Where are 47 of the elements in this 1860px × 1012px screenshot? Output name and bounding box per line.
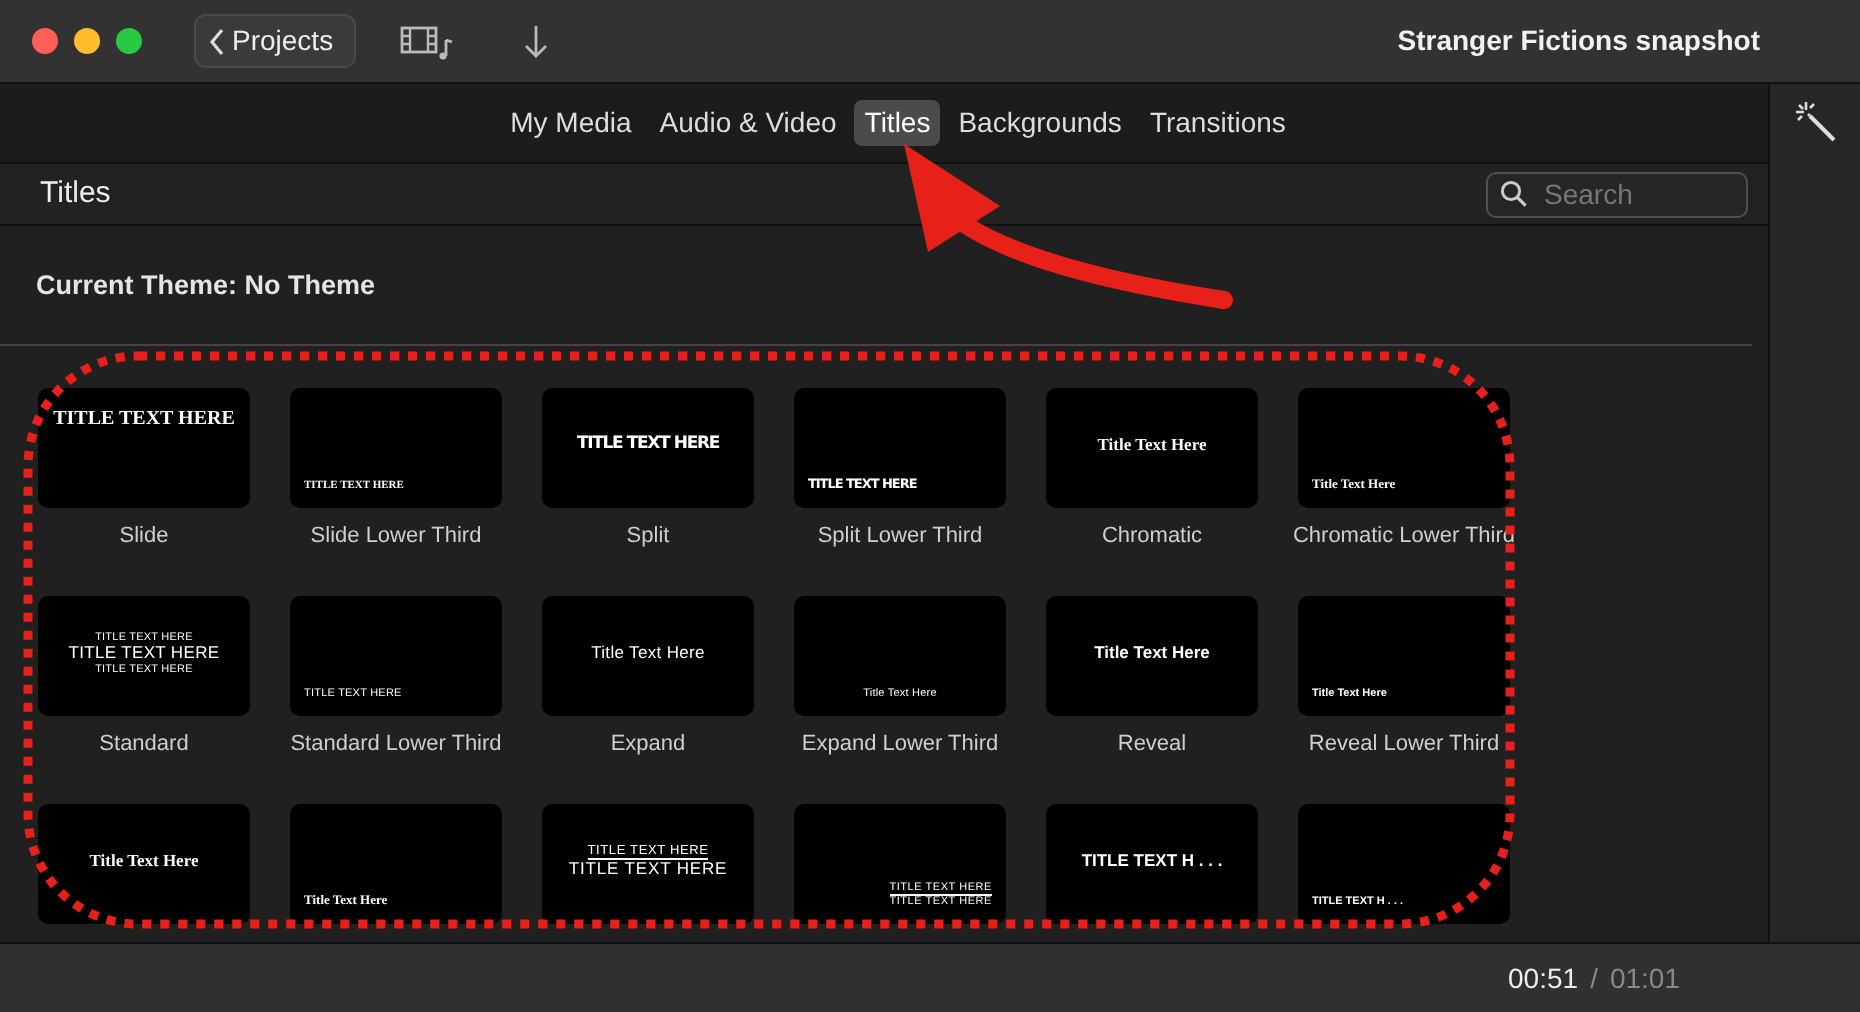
zoom-button[interactable]	[116, 28, 142, 54]
title-name: Reveal	[1115, 732, 1189, 761]
title-name: Standard Lower Third	[288, 732, 504, 761]
chevron-left-icon	[208, 27, 226, 55]
current-time: 00:51	[1508, 959, 1579, 997]
film-music-icon[interactable]	[399, 23, 456, 59]
title-thumbnail[interactable]: Title Text Here	[1046, 596, 1258, 717]
search-field[interactable]: Search	[1486, 171, 1748, 217]
preview-text: TITLE TEXT HERE	[568, 860, 728, 880]
title-thumbnail[interactable]: Title Text Here	[542, 596, 754, 717]
browser-tab[interactable]: Audio & Video	[649, 100, 847, 146]
preview-text: TITLE TEXT H . . .	[1081, 851, 1223, 872]
title-thumbnail[interactable]: TITLE TEXT HERE	[38, 388, 250, 509]
browser-tab[interactable]: Backgrounds	[948, 100, 1132, 146]
title-name: Split	[624, 524, 672, 553]
time-separator: /	[1590, 959, 1598, 997]
title-name: Slide	[117, 524, 171, 553]
title-thumbnail[interactable]: Title Text Here	[1046, 388, 1258, 509]
browser-tab[interactable]: My Media	[500, 100, 642, 146]
title-name: Standard	[97, 732, 191, 761]
current-theme-label: Current Theme: No Theme	[36, 268, 376, 304]
browser-heading: Titles	[40, 173, 111, 214]
title-thumbnail[interactable]: TITLE TEXT HERE	[542, 388, 754, 509]
title-name: Slide Lower Third	[308, 524, 484, 553]
duration: 01:01	[1609, 959, 1680, 997]
preview-text: Title Text Here	[89, 851, 199, 872]
download-icon[interactable]	[521, 23, 550, 59]
title-name: Expand Lower Third	[799, 732, 1001, 761]
preview-text: Title Text Here	[591, 643, 705, 664]
title-thumbnail[interactable]: Title Text Here	[38, 804, 250, 925]
preview-text: Title Text Here	[1097, 435, 1207, 456]
title-name: Expand	[608, 732, 688, 761]
magic-wand-icon[interactable]	[1793, 100, 1837, 144]
title-name: Chromatic	[1099, 524, 1205, 553]
window-title: Stranger Fictions snapshot	[1397, 22, 1760, 60]
minimize-button[interactable]	[74, 28, 100, 54]
preview-text: Title Text Here	[1094, 643, 1210, 664]
browser-tab[interactable]: Titles	[854, 100, 941, 146]
preview-text: TITLE TEXT HERE	[68, 643, 220, 664]
title-name: Split Lower Third	[815, 524, 985, 553]
title-thumbnail[interactable]: TITLE TEXT H . . .	[1046, 804, 1258, 925]
close-button[interactable]	[32, 28, 58, 54]
browser-tab[interactable]: Transitions	[1139, 100, 1296, 146]
preview-text: TITLE TEXT HERE	[53, 408, 235, 432]
preview-text: TITLE TEXT HERE	[577, 435, 719, 456]
projects-button[interactable]: Projects	[194, 14, 356, 68]
title-name: Reveal Lower Third	[1306, 732, 1502, 761]
